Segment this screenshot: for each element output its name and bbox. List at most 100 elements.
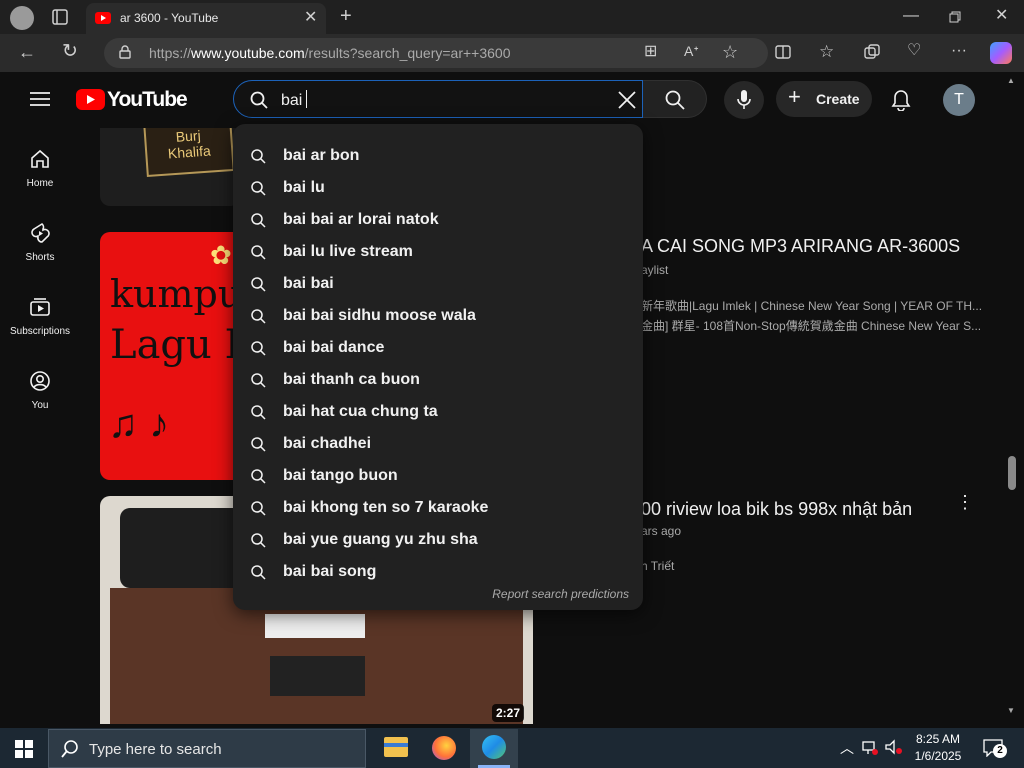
scrollbar-thumb[interactable] (1008, 456, 1016, 490)
suggestion-item[interactable]: bai yue guang yu zhu sha (233, 524, 643, 556)
avatar[interactable]: T (943, 84, 975, 116)
result-3-title[interactable]: 00 riview loa bik bs 998x nhật bản (641, 499, 912, 520)
suggestion-item[interactable]: bai tango buon (233, 460, 643, 492)
suggestion-item[interactable]: bai khong ten so 7 karaoke (233, 492, 643, 524)
result-3-channel[interactable]: h Triết (641, 559, 674, 573)
youtube-play-icon (76, 89, 105, 110)
result-2-description[interactable]: 新年歌曲|Lagu Imlek | Chinese New Year Song … (641, 297, 982, 314)
scroll-down-icon[interactable]: ▼ (1007, 706, 1015, 715)
close-window-icon[interactable]: ✕ (995, 8, 1008, 24)
search-icon (251, 149, 266, 164)
suggestion-item[interactable]: bai thanh ca buon (233, 364, 643, 396)
suggestion-text: bai bai dance (283, 339, 385, 356)
profile-icon[interactable] (10, 6, 34, 30)
app-available-icon[interactable]: ⊞ (644, 44, 657, 60)
suggestion-item[interactable]: bai ar bon (233, 140, 643, 172)
more-options-icon[interactable]: ··· (951, 43, 967, 59)
browser-essentials-icon[interactable]: ♡ (907, 43, 921, 59)
search-icon (251, 533, 266, 548)
favorite-star-icon[interactable]: ☆ (722, 43, 738, 61)
windows-start-icon[interactable] (15, 740, 33, 758)
scroll-up-icon[interactable]: ▲ (1007, 76, 1015, 85)
sidebar-item-home[interactable]: Home (5, 148, 75, 189)
favorites-icon[interactable]: ☆ (819, 43, 834, 60)
split-screen-icon[interactable] (775, 44, 791, 60)
suggestion-text: bai bai ar lorai natok (283, 211, 439, 228)
suggestion-item[interactable]: bai bai sidhu moose wala (233, 300, 643, 332)
result-2-description[interactable]: 金曲] 群星- 108首Non-Stop傳統賀歲金曲 Chinese New Y… (641, 317, 981, 334)
search-icon (250, 91, 268, 109)
sidebar-item-label: You (31, 400, 49, 411)
taskbar-clock[interactable]: 8:25 AM 1/6/2025 (910, 731, 966, 765)
sidebar-item-you[interactable]: You (5, 370, 75, 411)
suggestion-text: bai chadhei (283, 435, 372, 452)
suggestion-item[interactable]: bai lu (233, 172, 643, 204)
search-icon (251, 405, 266, 420)
search-icon (251, 181, 266, 196)
search-input[interactable]: bai (281, 90, 308, 110)
copilot-icon[interactable] (990, 42, 1012, 64)
guide-sidebar: Home Shorts Subscriptions You (5, 72, 75, 724)
tab-actions-icon[interactable] (52, 9, 68, 25)
microphone-icon (737, 90, 751, 109)
address-bar[interactable]: https://www.youtube.com/results?search_q… (104, 38, 768, 68)
suggestion-item[interactable]: bai lu live stream (233, 236, 643, 268)
file-explorer-icon[interactable] (384, 737, 408, 757)
sidebar-item-label: Subscriptions (9, 326, 71, 337)
show-hidden-icons-icon[interactable]: ︿ (840, 738, 854, 758)
search-icon (251, 245, 266, 260)
search-icon (251, 213, 266, 228)
result-2-thumbnail[interactable]: kumpula Lagu In ✿ ♫ ♪ (100, 232, 240, 480)
back-icon[interactable]: ← (18, 43, 36, 61)
minimize-icon[interactable]: — (903, 8, 919, 24)
suggestion-text: bai lu (283, 179, 325, 196)
search-suggestions-dropdown: bai ar bon bai lu bai bai ar lorai natok… (233, 124, 643, 610)
suggestion-text: bai yue guang yu zhu sha (283, 531, 478, 548)
search-button[interactable] (643, 80, 707, 118)
notifications-icon[interactable] (891, 89, 911, 111)
network-icon[interactable] (862, 739, 878, 755)
url-path: /results?search_query=ar++3600 (304, 45, 511, 61)
suggestion-item[interactable]: bai bai song (233, 556, 643, 588)
menu-icon[interactable] (30, 91, 50, 107)
suggestion-item[interactable]: bai bai ar lorai natok (233, 204, 643, 236)
browser-tab[interactable]: ar 3600 - YouTube ✕ (86, 3, 326, 34)
duration-badge: 2:27 (492, 704, 525, 722)
create-button[interactable]: + Create (776, 81, 872, 117)
logo-text: YouTube (107, 88, 188, 111)
taskbar-search-box[interactable]: Type here to search (48, 729, 366, 768)
collections-icon[interactable] (864, 44, 880, 60)
result-2-meta: aylist (641, 263, 669, 277)
subscriptions-icon (30, 298, 50, 316)
suggestion-item[interactable]: bai bai dance (233, 332, 643, 364)
report-search-predictions-link[interactable]: Report search predictions (492, 587, 629, 601)
close-tab-icon[interactable]: ✕ (304, 10, 317, 26)
firefox-icon[interactable] (432, 736, 456, 760)
volume-muted-icon[interactable] (885, 739, 903, 755)
lock-icon[interactable] (119, 45, 131, 59)
new-tab-icon[interactable]: + (340, 6, 352, 26)
amplifier (270, 656, 365, 696)
suggestion-item[interactable]: bai bai (233, 268, 643, 300)
thumbnail-text-line: Lagu In (110, 322, 240, 368)
restore-icon[interactable] (949, 11, 961, 23)
suggestion-text: bai lu live stream (283, 243, 413, 260)
suggestion-item[interactable]: bai chadhei (233, 428, 643, 460)
taskbar-app-edge-active[interactable] (470, 729, 518, 768)
voice-search-button[interactable] (724, 81, 764, 119)
suggestion-item[interactable]: bai hat cua chung ta (233, 396, 643, 428)
refresh-icon[interactable]: ↻ (62, 42, 78, 61)
text-cursor (306, 90, 308, 108)
more-actions-icon[interactable]: ⋮ (956, 492, 974, 513)
sidebar-item-subscriptions[interactable]: Subscriptions (5, 296, 75, 337)
clear-search-icon[interactable] (617, 90, 637, 110)
sidebar-item-shorts[interactable]: Shorts (5, 222, 75, 263)
result-2-title[interactable]: A CAI SONG MP3 ARIRANG AR-3600S (641, 236, 960, 257)
scrollbar[interactable]: ▲ ▼ (1005, 72, 1019, 724)
thumbnail-text-line: kumpula (110, 272, 240, 316)
read-aloud-icon[interactable]: Aᐩ (684, 44, 699, 58)
suggestion-text: bai bai sidhu moose wala (283, 307, 476, 324)
plus-icon: + (788, 84, 801, 109)
notification-center-icon[interactable]: 2 (983, 739, 1007, 758)
search-box[interactable]: bai (233, 80, 643, 118)
